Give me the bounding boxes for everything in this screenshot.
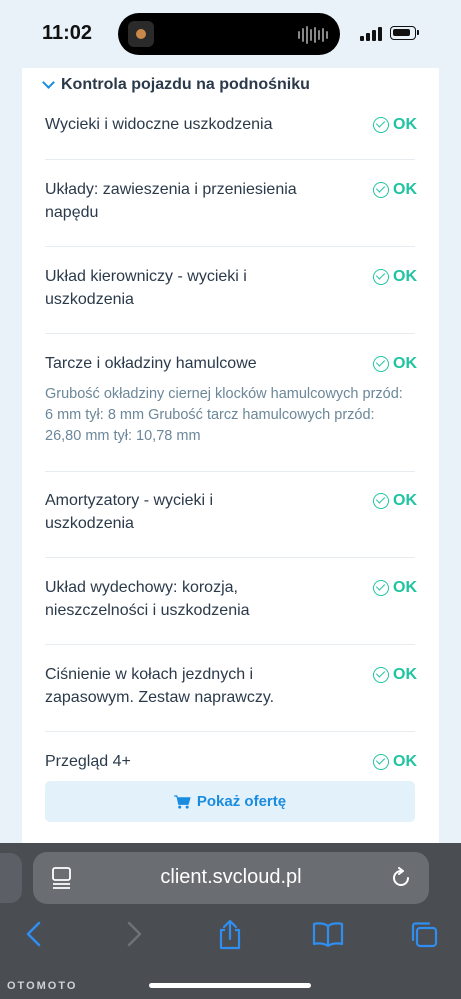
status-text: OK [393, 355, 417, 372]
status-text: OK [393, 492, 417, 509]
divider [45, 731, 415, 732]
check-circle-icon [373, 355, 389, 372]
chevron-down-icon [42, 76, 55, 89]
item-label: Tarcze i okładziny hamulcowe [45, 355, 257, 372]
inspection-item: Ciśnienie w kołach jezdnych i zapasowym.… [45, 663, 417, 709]
status-text: OK [393, 181, 417, 198]
battery-icon [390, 26, 419, 40]
item-label: Wycieki i widoczne uszkodzenia [45, 116, 273, 133]
inspection-item: Układy: zawieszenia i przeniesienia napę… [45, 178, 417, 224]
address-bar[interactable]: client.svcloud.pl [33, 852, 429, 904]
check-circle-icon [373, 579, 389, 596]
item-label: Układ kierowniczy - wycieki i uszkodzeni… [45, 268, 247, 308]
check-circle-icon [373, 268, 389, 285]
inspection-item: Przegląd 4+ OK [45, 750, 417, 773]
divider [45, 246, 415, 247]
divider [45, 333, 415, 334]
status-ok: OK [373, 352, 417, 375]
inspection-item: Wycieki i widoczne uszkodzenia OK [45, 113, 417, 136]
inspection-item: Układ wydechowy: korozja, nieszczelności… [45, 576, 417, 622]
url-text: client.svcloud.pl [160, 866, 302, 888]
browser-bar: client.svcloud.pl OTOMOTO [0, 843, 461, 999]
item-label: Układ wydechowy: korozja, nieszczelności… [45, 579, 250, 619]
check-circle-icon [373, 753, 389, 770]
check-circle-icon [373, 492, 389, 509]
show-offer-label: Pokaż ofertę [196, 793, 287, 810]
shopping-cart-icon [173, 794, 191, 809]
inspection-item: Układ kierowniczy - wycieki i uszkodzeni… [45, 265, 417, 311]
status-text: OK [393, 268, 417, 285]
inspection-card: Kontrola pojazdu na podnośniku Wycieki i… [22, 68, 439, 843]
status-ok: OK [373, 178, 417, 201]
status-ok: OK [373, 113, 417, 136]
item-label: Amortyzatory - wycieki i uszkodzenia [45, 492, 214, 532]
status-text: OK [393, 579, 417, 596]
status-ok: OK [373, 489, 417, 512]
check-circle-icon [373, 181, 389, 198]
now-playing-app-icon [128, 21, 154, 47]
tabs-icon[interactable] [410, 921, 440, 949]
divider [45, 159, 415, 160]
item-note: Grubość okładziny ciernej klocków hamulc… [45, 386, 403, 444]
status-text: OK [393, 753, 417, 770]
previous-tab-preview[interactable] [0, 853, 22, 903]
back-icon[interactable] [24, 921, 44, 947]
watermark-logo: OTOMOTO [7, 980, 78, 992]
status-text: OK [393, 666, 417, 683]
show-offer-button[interactable]: Pokaż ofertę [45, 781, 415, 822]
bookmarks-icon[interactable] [312, 921, 344, 947]
section-header-toggle[interactable]: Kontrola pojazdu na podnośniku [42, 76, 310, 94]
status-text: OK [393, 116, 417, 133]
share-icon[interactable] [216, 919, 244, 951]
inspection-item: Amortyzatory - wycieki i uszkodzenia OK [45, 489, 417, 535]
divider [45, 471, 415, 472]
audio-wave-icon [298, 26, 328, 44]
check-circle-icon [373, 666, 389, 683]
dynamic-island [118, 13, 340, 55]
item-label: Ciśnienie w kołach jezdnych i zapasowym.… [45, 666, 275, 706]
browser-toolbar [0, 919, 461, 957]
item-label: Przegląd 4+ [45, 753, 131, 770]
status-ok: OK [373, 576, 417, 599]
status-bar: 11:02 [0, 0, 461, 68]
status-ok: OK [373, 265, 417, 288]
status-ok: OK [373, 663, 417, 686]
check-circle-icon [373, 116, 389, 133]
inspection-item: Tarcze i okładziny hamulcowe Grubość okł… [45, 352, 417, 447]
forward-icon[interactable] [124, 921, 144, 947]
status-ok: OK [373, 750, 417, 773]
status-time: 11:02 [42, 22, 93, 44]
divider [45, 557, 415, 558]
reload-icon[interactable] [390, 867, 412, 889]
divider [45, 644, 415, 645]
home-indicator [149, 983, 311, 988]
section-title: Kontrola pojazdu na podnośniku [61, 76, 310, 93]
item-label: Układy: zawieszenia i przeniesienia napę… [45, 181, 297, 221]
cellular-signal-icon [360, 27, 382, 41]
